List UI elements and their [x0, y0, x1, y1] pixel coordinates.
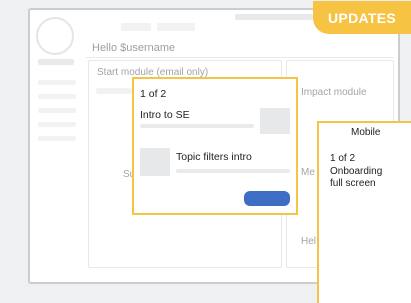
popover-item-filters-bar [176, 169, 290, 173]
sidebar-placeholder [38, 108, 76, 113]
mobile-header: Mobile [351, 127, 381, 138]
popover-item-filters-thumbnail [140, 148, 170, 176]
popover-item-intro[interactable]: Intro to SE [140, 109, 190, 121]
impact-module-label: Impact module [301, 87, 367, 98]
sidebar-placeholder [38, 80, 76, 85]
greeting-text: Hello $username [92, 42, 176, 54]
sidebar-placeholder [38, 122, 76, 127]
mobile-step-counter: 1 of 2 [330, 153, 356, 164]
sidebar-placeholder [38, 136, 76, 141]
greeting-divider [86, 57, 394, 58]
sidebar-placeholder [38, 94, 76, 99]
header-placeholder-2 [157, 23, 195, 31]
avatar [36, 17, 74, 55]
mobile-title-line-1: Onboarding [330, 166, 383, 177]
mobile-preview-card: Mobile 1 of 2 Onboarding full screen [317, 121, 411, 303]
popover-next-button[interactable] [244, 191, 290, 206]
middle-partial-label: Me [301, 167, 315, 178]
header-placeholder-1 [121, 23, 151, 31]
mobile-title-line-2: full screen [330, 178, 376, 189]
popover-step-counter: 1 of 2 [140, 88, 167, 100]
bottom-partial-label: Hel [301, 236, 317, 247]
popover-item-intro-bar [140, 124, 254, 128]
sidebar-placeholder [38, 59, 74, 65]
onboarding-popover: 1 of 2 Intro to SE Topic filters intro [132, 77, 298, 215]
popover-item-filters[interactable]: Topic filters intro [176, 151, 252, 163]
header-placeholder-3 [235, 14, 313, 20]
popover-item-intro-thumbnail [260, 108, 290, 134]
updates-badge[interactable]: UPDATES [313, 1, 411, 34]
start-module-placeholder [96, 88, 132, 94]
